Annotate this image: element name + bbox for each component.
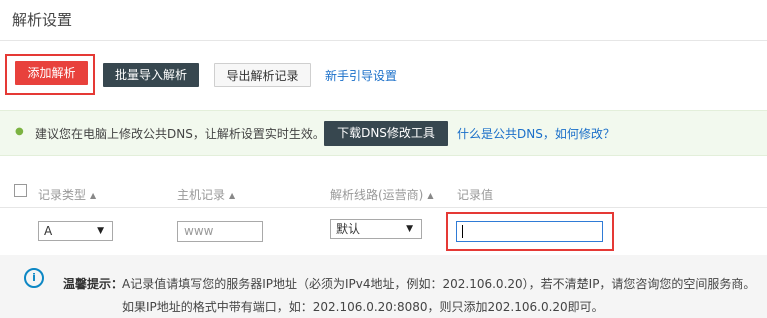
- dns-notice-text: 建议您在电脑上修改公共DNS，让解析设置实时生效。: [35, 127, 325, 141]
- resolution-line-select[interactable]: 默认 ▼: [330, 219, 422, 239]
- header-record-type[interactable]: 记录类型 ▲: [38, 186, 96, 203]
- info-icon: i: [24, 268, 44, 288]
- sort-up-icon[interactable]: ▲: [229, 191, 235, 200]
- header-host[interactable]: 主机记录 ▲: [177, 186, 235, 203]
- export-records-button[interactable]: 导出解析记录: [214, 63, 311, 87]
- record-type-value: A: [44, 224, 53, 238]
- guide-settings-link[interactable]: 新手引导设置: [325, 67, 397, 84]
- add-button-highlight: [5, 54, 95, 95]
- record-value-highlight: [446, 212, 614, 251]
- public-dns-help-link[interactable]: 什么是公共DNS，如何修改？: [457, 125, 615, 142]
- select-all-checkbox[interactable]: [14, 184, 27, 197]
- header-record-type-label: 记录类型: [38, 188, 87, 202]
- download-dns-tool-button[interactable]: 下载DNS修改工具: [324, 121, 448, 146]
- caret-down-icon: ▼: [97, 226, 104, 236]
- header-line[interactable]: 解析线路(运营商) ▲: [330, 186, 434, 203]
- header-value: 记录值: [457, 188, 494, 202]
- record-type-select[interactable]: A ▼: [38, 221, 113, 241]
- header-line-label: 解析线路(运营商): [330, 188, 424, 202]
- caret-down-icon: ▼: [406, 224, 413, 234]
- page-title: 解析设置: [12, 11, 73, 29]
- resolution-line-value: 默认: [336, 222, 361, 236]
- tip-text-line2: 如果IP地址的格式中带有端口，如：202.106.0.20:8080，则只添加2…: [122, 300, 604, 314]
- bullet-icon: ●: [15, 126, 24, 137]
- tip-label: 温馨提示：: [63, 277, 124, 291]
- table-header-divider: [0, 207, 767, 208]
- sort-up-icon[interactable]: ▲: [427, 191, 433, 200]
- title-divider: [0, 40, 767, 41]
- host-record-input[interactable]: www: [177, 221, 263, 242]
- header-host-label: 主机记录: [177, 188, 226, 202]
- tip-text-line1: A记录值请填写您的服务器IP地址（必须为IPv4地址，例如：202.106.0.…: [122, 277, 756, 291]
- bulk-import-button[interactable]: 批量导入解析: [103, 63, 199, 87]
- sort-up-icon[interactable]: ▲: [90, 191, 96, 200]
